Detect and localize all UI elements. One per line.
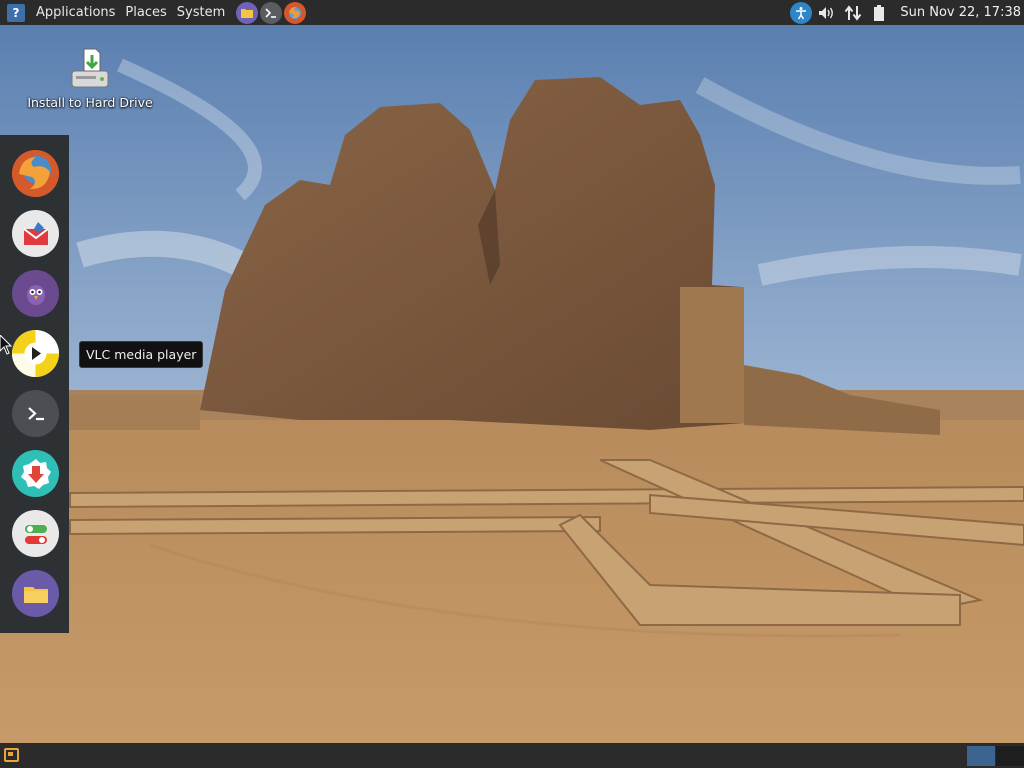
firefox-launcher[interactable]	[284, 1, 307, 24]
dock-item-mail[interactable]	[12, 210, 59, 257]
top-panel: ? Applications Places System Sun Nov 22,…	[0, 0, 1024, 25]
folder-icon	[23, 586, 48, 603]
vlc-tooltip: VLC media player	[79, 341, 204, 368]
terminal-launcher[interactable]	[260, 1, 283, 24]
clock[interactable]: Sun Nov 22, 17:38	[892, 5, 1024, 20]
firefox-icon	[289, 6, 302, 19]
mail-icon	[22, 221, 49, 245]
folder-icon	[241, 8, 254, 18]
battery-icon[interactable]	[868, 2, 890, 24]
firefox-icon	[12, 150, 59, 197]
system-tray: Sun Nov 22, 17:38	[788, 0, 1024, 25]
workspace-2[interactable]	[996, 746, 1024, 766]
dock-item-files[interactable]	[12, 570, 59, 617]
application-dock	[0, 135, 69, 633]
workspace-1[interactable]	[967, 746, 995, 766]
dock-item-pidgin[interactable]	[12, 270, 59, 317]
mouse-cursor-icon	[0, 334, 13, 359]
accessibility-icon[interactable]	[790, 1, 813, 24]
menu-places[interactable]: Places	[120, 0, 171, 25]
dock-item-firefox[interactable]	[12, 150, 59, 197]
pidgin-icon	[26, 284, 45, 305]
desktop-icon-label: Install to Hard Drive	[27, 95, 153, 110]
install-drive-icon	[66, 45, 114, 93]
network-icon[interactable]	[842, 2, 864, 24]
desktop-wallpaper	[0, 25, 1024, 743]
menu-system[interactable]: System	[172, 0, 230, 25]
toggles-icon	[24, 524, 47, 544]
dock-item-software-updater[interactable]	[12, 450, 59, 497]
help-icon[interactable]: ?	[7, 3, 25, 22]
dock-item-settings-toggles[interactable]	[12, 510, 59, 557]
menu-applications[interactable]: Applications	[31, 0, 120, 25]
dock-item-terminal[interactable]	[12, 390, 59, 437]
terminal-icon	[27, 406, 44, 420]
file-manager-launcher[interactable]	[236, 1, 259, 24]
vlc-icon	[12, 330, 59, 377]
update-icon	[20, 458, 51, 489]
volume-icon[interactable]	[816, 2, 838, 24]
terminal-icon	[265, 7, 277, 18]
bottom-panel	[0, 743, 1024, 768]
desktop-icon-install[interactable]: Install to Hard Drive	[20, 45, 160, 110]
show-desktop-icon[interactable]	[4, 748, 19, 762]
dock-item-vlc[interactable]	[12, 330, 59, 377]
